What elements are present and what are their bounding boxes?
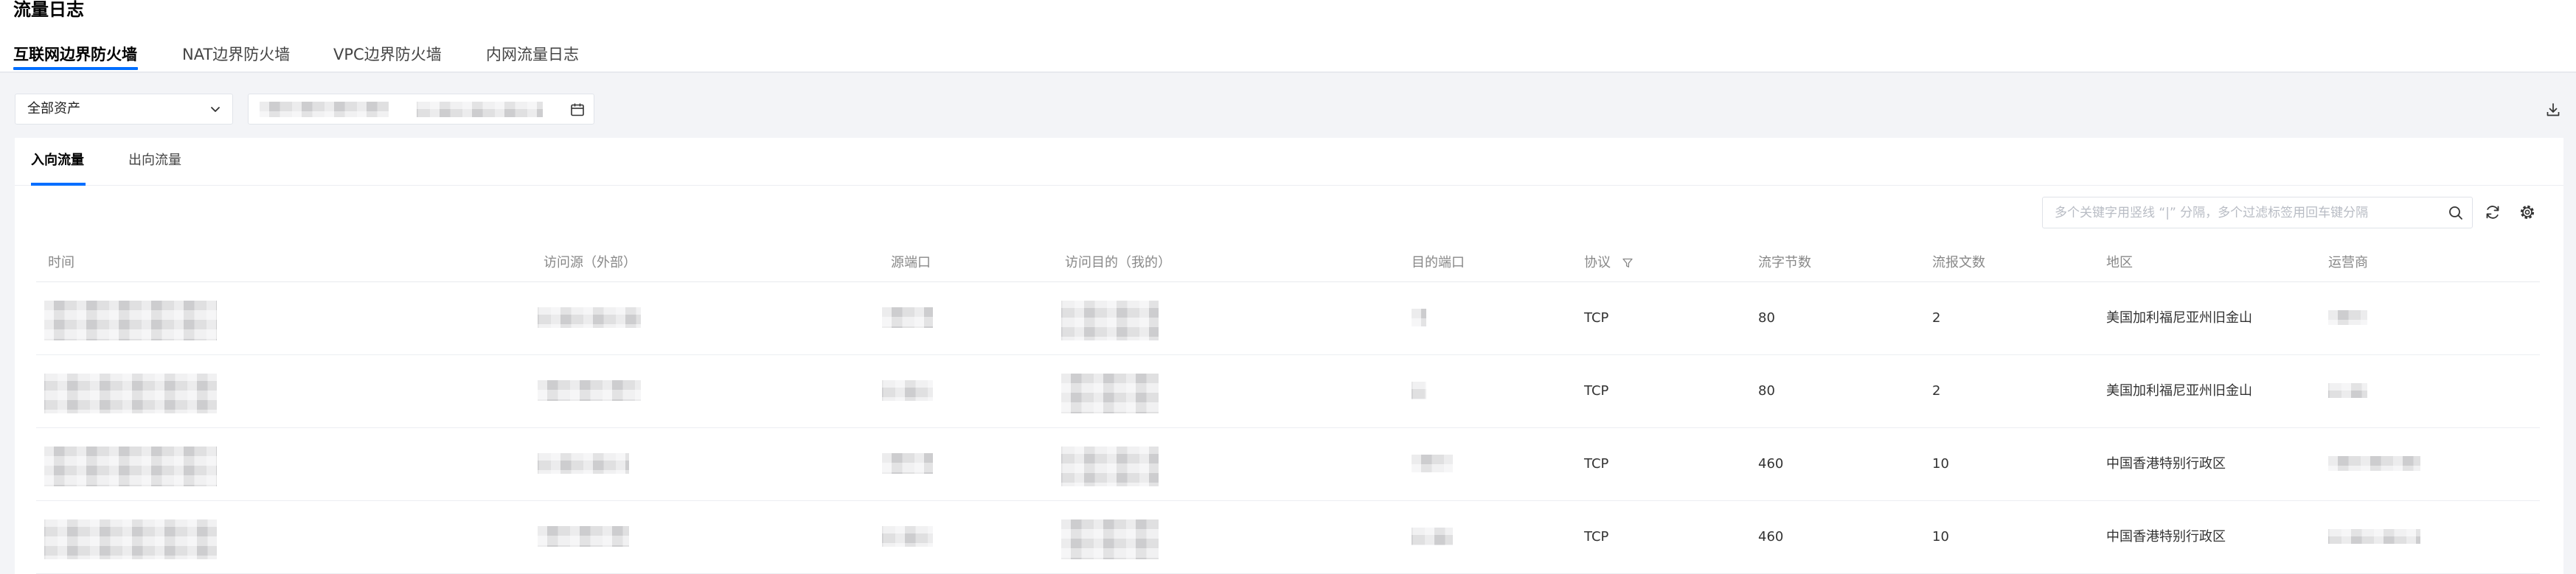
tabs-divider — [15, 185, 2563, 186]
top-header: 流量日志 互联网边界防火墙 NAT边界防火墙 VPC边界防火墙 内网流量日志 — [0, 0, 2576, 73]
redacted-source-ip — [538, 307, 641, 328]
search-box[interactable] — [2042, 197, 2473, 228]
redacted-destination — [1061, 301, 1159, 340]
column-header-time: 时间 — [48, 255, 74, 270]
column-header-source-port: 源端口 — [891, 255, 931, 270]
active-direction-indicator — [31, 183, 86, 186]
region-cell: 中国香港特别行政区 — [2106, 456, 2226, 472]
redacted-destination-port — [1412, 309, 1426, 326]
tab-internet-firewall[interactable]: 互联网边界防火墙 — [13, 43, 137, 66]
flow-log-card: 入向流量 出向流量 时间 访问源（外部） 源端口 访问目的（我 — [15, 138, 2563, 574]
table-row[interactable]: TCP 80 2 美国加利福尼亚州旧金山 — [36, 282, 2540, 355]
settings-icon[interactable] — [2518, 203, 2536, 221]
table-row[interactable]: TCP 460 10 中国香港特别行政区 — [36, 428, 2540, 501]
column-header-source: 访问源（外部） — [544, 255, 636, 270]
calendar-icon — [571, 103, 584, 116]
redacted-source-port — [882, 380, 933, 401]
redacted-source-ip — [538, 453, 629, 474]
flow-bytes-cell: 460 — [1758, 529, 1784, 545]
column-header-destination: 访问目的（我的） — [1065, 255, 1171, 270]
redacted-source-port — [882, 307, 933, 328]
asset-select-value: 全部资产 — [27, 101, 80, 116]
redacted-destination — [1061, 447, 1159, 486]
region-cell: 美国加利福尼亚州旧金山 — [2106, 310, 2252, 326]
redacted-destination — [1061, 519, 1159, 559]
column-header-destination-port: 目的端口 — [1412, 255, 1465, 270]
redacted-time — [44, 301, 217, 340]
column-header-protocol: 协议 — [1584, 255, 1611, 270]
search-icon[interactable] — [2448, 205, 2464, 221]
redacted-destination-port — [1412, 382, 1426, 399]
redacted-time — [44, 374, 217, 413]
search-input[interactable] — [2043, 197, 2434, 228]
flow-packets-cell: 2 — [1932, 310, 1941, 326]
redacted-source-port — [882, 453, 933, 474]
column-header-region: 地区 — [2106, 255, 2133, 270]
flow-packets-cell: 10 — [1932, 529, 1949, 545]
redacted-end-time — [417, 102, 543, 117]
app-window: 流量日志 互联网边界防火墙 NAT边界防火墙 VPC边界防火墙 内网流量日志 全… — [0, 0, 2576, 574]
tab-nat-firewall[interactable]: NAT边界防火墙 — [182, 43, 290, 66]
redacted-source-ip — [538, 526, 629, 547]
flow-packets-cell: 2 — [1932, 383, 1941, 399]
redacted-operator — [2328, 310, 2367, 325]
redacted-source-port — [882, 526, 933, 547]
redacted-destination-port — [1412, 455, 1453, 472]
tab-internal-flow-log[interactable]: 内网流量日志 — [486, 43, 579, 66]
column-header-flow-packets: 流报文数 — [1932, 255, 1985, 270]
protocol-cell: TCP — [1584, 310, 1609, 326]
redacted-source-ip — [538, 380, 641, 401]
redacted-destination — [1061, 374, 1159, 413]
download-icon[interactable] — [2545, 102, 2561, 118]
table-header: 时间 访问源（外部） 源端口 访问目的（我的） 目的端口 协议 流字节数 流报文… — [36, 243, 2540, 282]
redacted-start-time — [260, 102, 389, 117]
filter-icon[interactable] — [1622, 257, 1634, 269]
asset-select[interactable]: 全部资产 — [15, 94, 233, 125]
date-range-picker[interactable] — [248, 94, 594, 125]
tab-outbound-traffic[interactable]: 出向流量 — [128, 151, 181, 170]
tab-inbound-traffic[interactable]: 入向流量 — [31, 151, 84, 170]
chevron-down-icon — [211, 107, 220, 112]
flow-packets-cell: 10 — [1932, 456, 1949, 472]
flow-bytes-cell: 80 — [1758, 383, 1775, 399]
refresh-icon[interactable] — [2484, 203, 2502, 221]
flow-bytes-cell: 460 — [1758, 456, 1784, 472]
flow-bytes-cell: 80 — [1758, 310, 1775, 326]
protocol-cell: TCP — [1584, 529, 1609, 545]
column-header-operator: 运营商 — [2328, 255, 2368, 270]
protocol-cell: TCP — [1584, 456, 1609, 472]
redacted-operator — [2328, 456, 2420, 471]
redacted-operator — [2328, 383, 2367, 398]
table-row[interactable]: TCP 460 10 中国香港特别行政区 — [36, 501, 2540, 574]
page-title: 流量日志 — [13, 0, 84, 20]
redacted-destination-port — [1412, 528, 1453, 545]
redacted-operator — [2328, 529, 2420, 544]
redacted-time — [44, 519, 217, 559]
region-cell: 中国香港特别行政区 — [2106, 529, 2226, 545]
active-tab-indicator — [13, 67, 138, 70]
tab-vpc-firewall[interactable]: VPC边界防火墙 — [333, 43, 442, 66]
protocol-cell: TCP — [1584, 383, 1609, 399]
redacted-time — [44, 447, 217, 486]
column-header-flow-bytes: 流字节数 — [1758, 255, 1811, 270]
table-row[interactable]: TCP 80 2 美国加利福尼亚州旧金山 — [36, 355, 2540, 428]
region-cell: 美国加利福尼亚州旧金山 — [2106, 383, 2252, 399]
